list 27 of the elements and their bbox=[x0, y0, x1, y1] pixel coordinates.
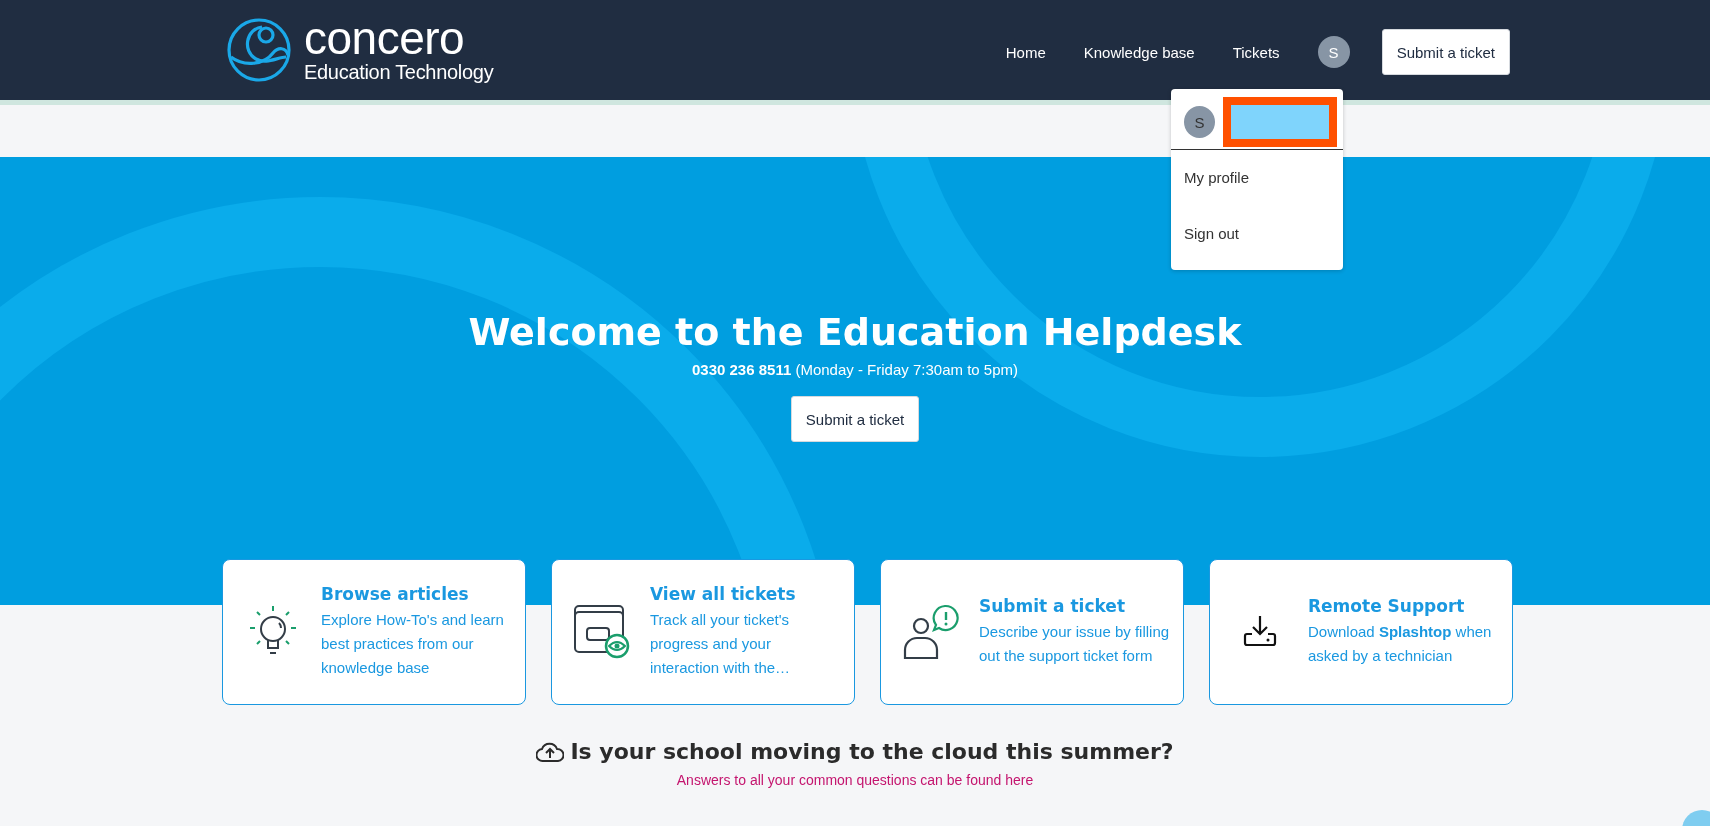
card-description: Explore How-To's and learn best practices from our knowledge base bbox=[321, 610, 505, 678]
promo-link[interactable]: Answers to all your common questions can be found here bbox=[676, 772, 1034, 788]
card-title: Submit a ticket bbox=[979, 596, 1127, 616]
card-title: Browse articles bbox=[321, 584, 470, 604]
tickets-eye-icon bbox=[573, 604, 631, 660]
card-description: Describe your issue by filling out the support ticket form bbox=[979, 622, 1171, 666]
logo-wordmark: concero bbox=[304, 16, 466, 60]
nav-link[interactable]: Tickets bbox=[1232, 43, 1280, 61]
card-description: Download Splashtop when asked by a technician bbox=[1308, 622, 1493, 666]
logo-icon bbox=[226, 17, 292, 83]
hero-title: Welcome to the Education Helpdesk bbox=[468, 309, 1242, 355]
nav-link[interactable]: Home bbox=[1005, 43, 1046, 61]
menu-item[interactable]: My profile bbox=[1171, 150, 1343, 206]
submit-ticket-button[interactable]: Submit a ticket bbox=[1381, 29, 1510, 75]
promo-heading: Is your school moving to the cloud this summer? bbox=[570, 739, 1174, 764]
download-icon bbox=[1243, 615, 1277, 649]
card-title: View all tickets bbox=[650, 584, 797, 604]
submit-ticket-button[interactable]: Submit a ticket bbox=[790, 396, 920, 442]
nav-link[interactable]: Knowledge base bbox=[1083, 43, 1195, 61]
card-title: Remote Support bbox=[1308, 596, 1466, 616]
person-alert-icon bbox=[902, 604, 960, 660]
cloud-upload-icon bbox=[536, 740, 565, 763]
menu-item[interactable]: Sign out bbox=[1171, 206, 1343, 262]
logo-tagline: Education Technology bbox=[304, 60, 494, 84]
user-avatar: S bbox=[1184, 106, 1215, 138]
phone-text: 0330 236 8511 (Monday - Friday 7:30am to 5pm) bbox=[691, 361, 1018, 378]
card-description: Track all your ticket's progress and your interaction with the… bbox=[650, 610, 792, 678]
